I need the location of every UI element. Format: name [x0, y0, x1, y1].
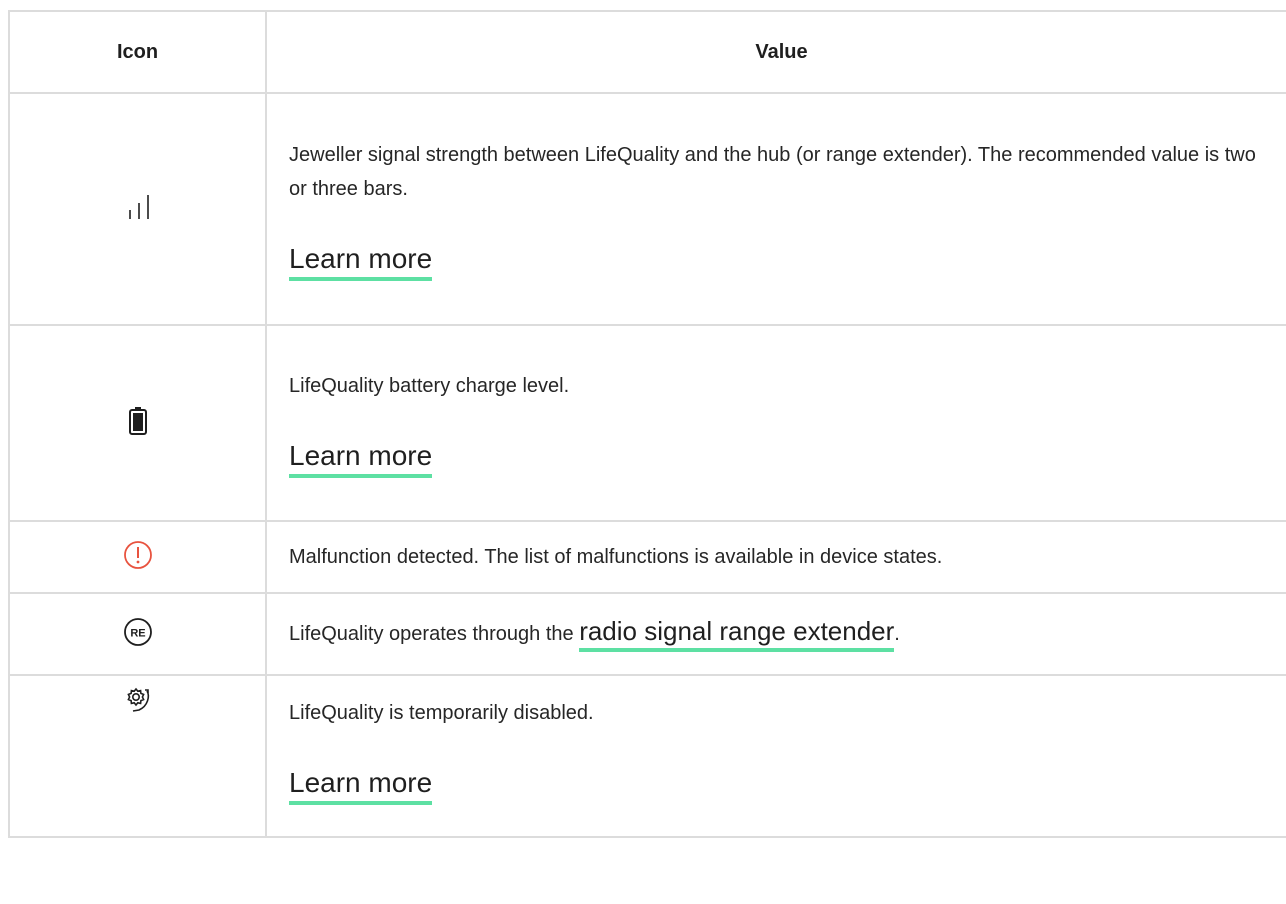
row-description: LifeQuality is temporarily disabled. [289, 702, 594, 724]
icon-cell [8, 520, 267, 594]
row-description: Malfunction detected. The list of malfun… [289, 546, 943, 568]
table-row: LifeQuality is temporarily disabled. Lea… [8, 674, 1286, 838]
battery-icon [128, 406, 147, 440]
range-extender-link[interactable]: radio signal range extender [579, 616, 895, 652]
table-row: Jeweller signal strength between LifeQua… [8, 92, 1286, 326]
row-description-suffix: . [894, 623, 900, 645]
icon-cell [8, 324, 267, 522]
header-value: Value [265, 10, 1286, 94]
device-icons-table-container: Icon Value Jeweller signal strength betw… [8, 10, 1286, 838]
row-description: Jeweller signal strength between LifeQua… [289, 143, 1256, 200]
value-cell: Jeweller signal strength between LifeQua… [265, 92, 1286, 326]
malfunction-icon [123, 540, 153, 575]
row-description-prefix: LifeQuality operates through the [289, 623, 580, 645]
table-row: RE LifeQuality operates through the radi… [8, 592, 1286, 676]
temporarily-disabled-icon [123, 686, 153, 721]
table-header-row: Icon Value [8, 10, 1286, 94]
value-cell: Malfunction detected. The list of malfun… [265, 520, 1286, 594]
value-cell: LifeQuality is temporarily disabled. Lea… [265, 674, 1286, 838]
row-description: LifeQuality battery charge level. [289, 374, 570, 397]
device-icons-table: Icon Value Jeweller signal strength betw… [8, 10, 1286, 838]
icon-cell: RE [8, 592, 267, 676]
learn-more-link[interactable]: Learn more [289, 439, 433, 478]
table-row: Malfunction detected. The list of malfun… [8, 520, 1286, 594]
header-icon: Icon [8, 10, 267, 94]
signal-strength-icon [123, 194, 153, 224]
range-extender-icon-label: RE [130, 627, 145, 639]
table-row: LifeQuality battery charge level. Learn … [8, 324, 1286, 522]
value-cell: LifeQuality battery charge level. Learn … [265, 324, 1286, 522]
value-cell: LifeQuality operates through the radio s… [265, 592, 1286, 676]
learn-more-link[interactable]: Learn more [289, 766, 433, 805]
icon-cell [8, 674, 267, 838]
icon-cell [8, 92, 267, 326]
learn-more-link[interactable]: Learn more [289, 242, 433, 281]
range-extender-icon: RE [123, 617, 153, 652]
